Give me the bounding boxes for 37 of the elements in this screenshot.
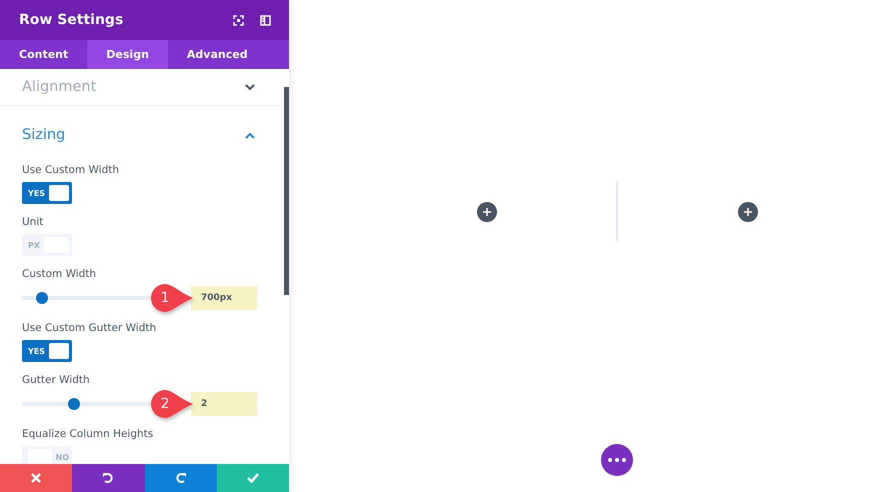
- callout-number: 1: [160, 290, 170, 306]
- callout-pin: [150, 389, 194, 419]
- section-header[interactable]: Sizing: [0, 106, 279, 164]
- check-icon: [246, 473, 259, 483]
- setting-label: Equalize Column Heights: [22, 428, 154, 440]
- setting-label: Gutter Width: [22, 374, 91, 386]
- setting-label: Custom Width: [22, 268, 98, 280]
- undo-button[interactable]: [72, 464, 144, 492]
- slider-thumb[interactable]: [36, 292, 48, 304]
- cancel-button[interactable]: [0, 464, 72, 492]
- expand-icon[interactable]: [233, 14, 244, 26]
- panel-title: Row Settings: [19, 12, 124, 28]
- more-options-button[interactable]: [601, 444, 633, 476]
- tab[interactable]: Design: [87, 40, 168, 69]
- undo-icon: [102, 472, 114, 484]
- sidebar-icon[interactable]: [260, 14, 271, 26]
- redo-icon: [174, 472, 187, 484]
- add-module-button[interactable]: [738, 202, 758, 222]
- setting-label: Unit: [22, 216, 44, 228]
- setting-label: Use Custom Gutter Width: [22, 322, 158, 334]
- callout-number: 2: [160, 396, 170, 412]
- tab[interactable]: Advanced: [168, 40, 267, 69]
- plus-icon: [744, 208, 752, 216]
- setting-label: Use Custom Width: [22, 164, 120, 176]
- plus-icon: [483, 208, 491, 216]
- callout-pin: [150, 283, 194, 313]
- add-module-button[interactable]: [477, 202, 497, 222]
- chevron-up-icon[interactable]: [245, 132, 255, 138]
- tab[interactable]: Content: [0, 40, 88, 69]
- toggle-switch[interactable]: YES: [22, 340, 72, 362]
- scrollbar[interactable]: [284, 87, 289, 295]
- value-field[interactable]: 700px: [191, 286, 257, 310]
- toggle-switch[interactable]: YES: [22, 182, 72, 204]
- close-icon: [31, 473, 42, 483]
- slider-thumb[interactable]: [68, 398, 80, 410]
- value-field[interactable]: 2: [191, 392, 257, 416]
- chevron-down-icon[interactable]: [245, 84, 255, 90]
